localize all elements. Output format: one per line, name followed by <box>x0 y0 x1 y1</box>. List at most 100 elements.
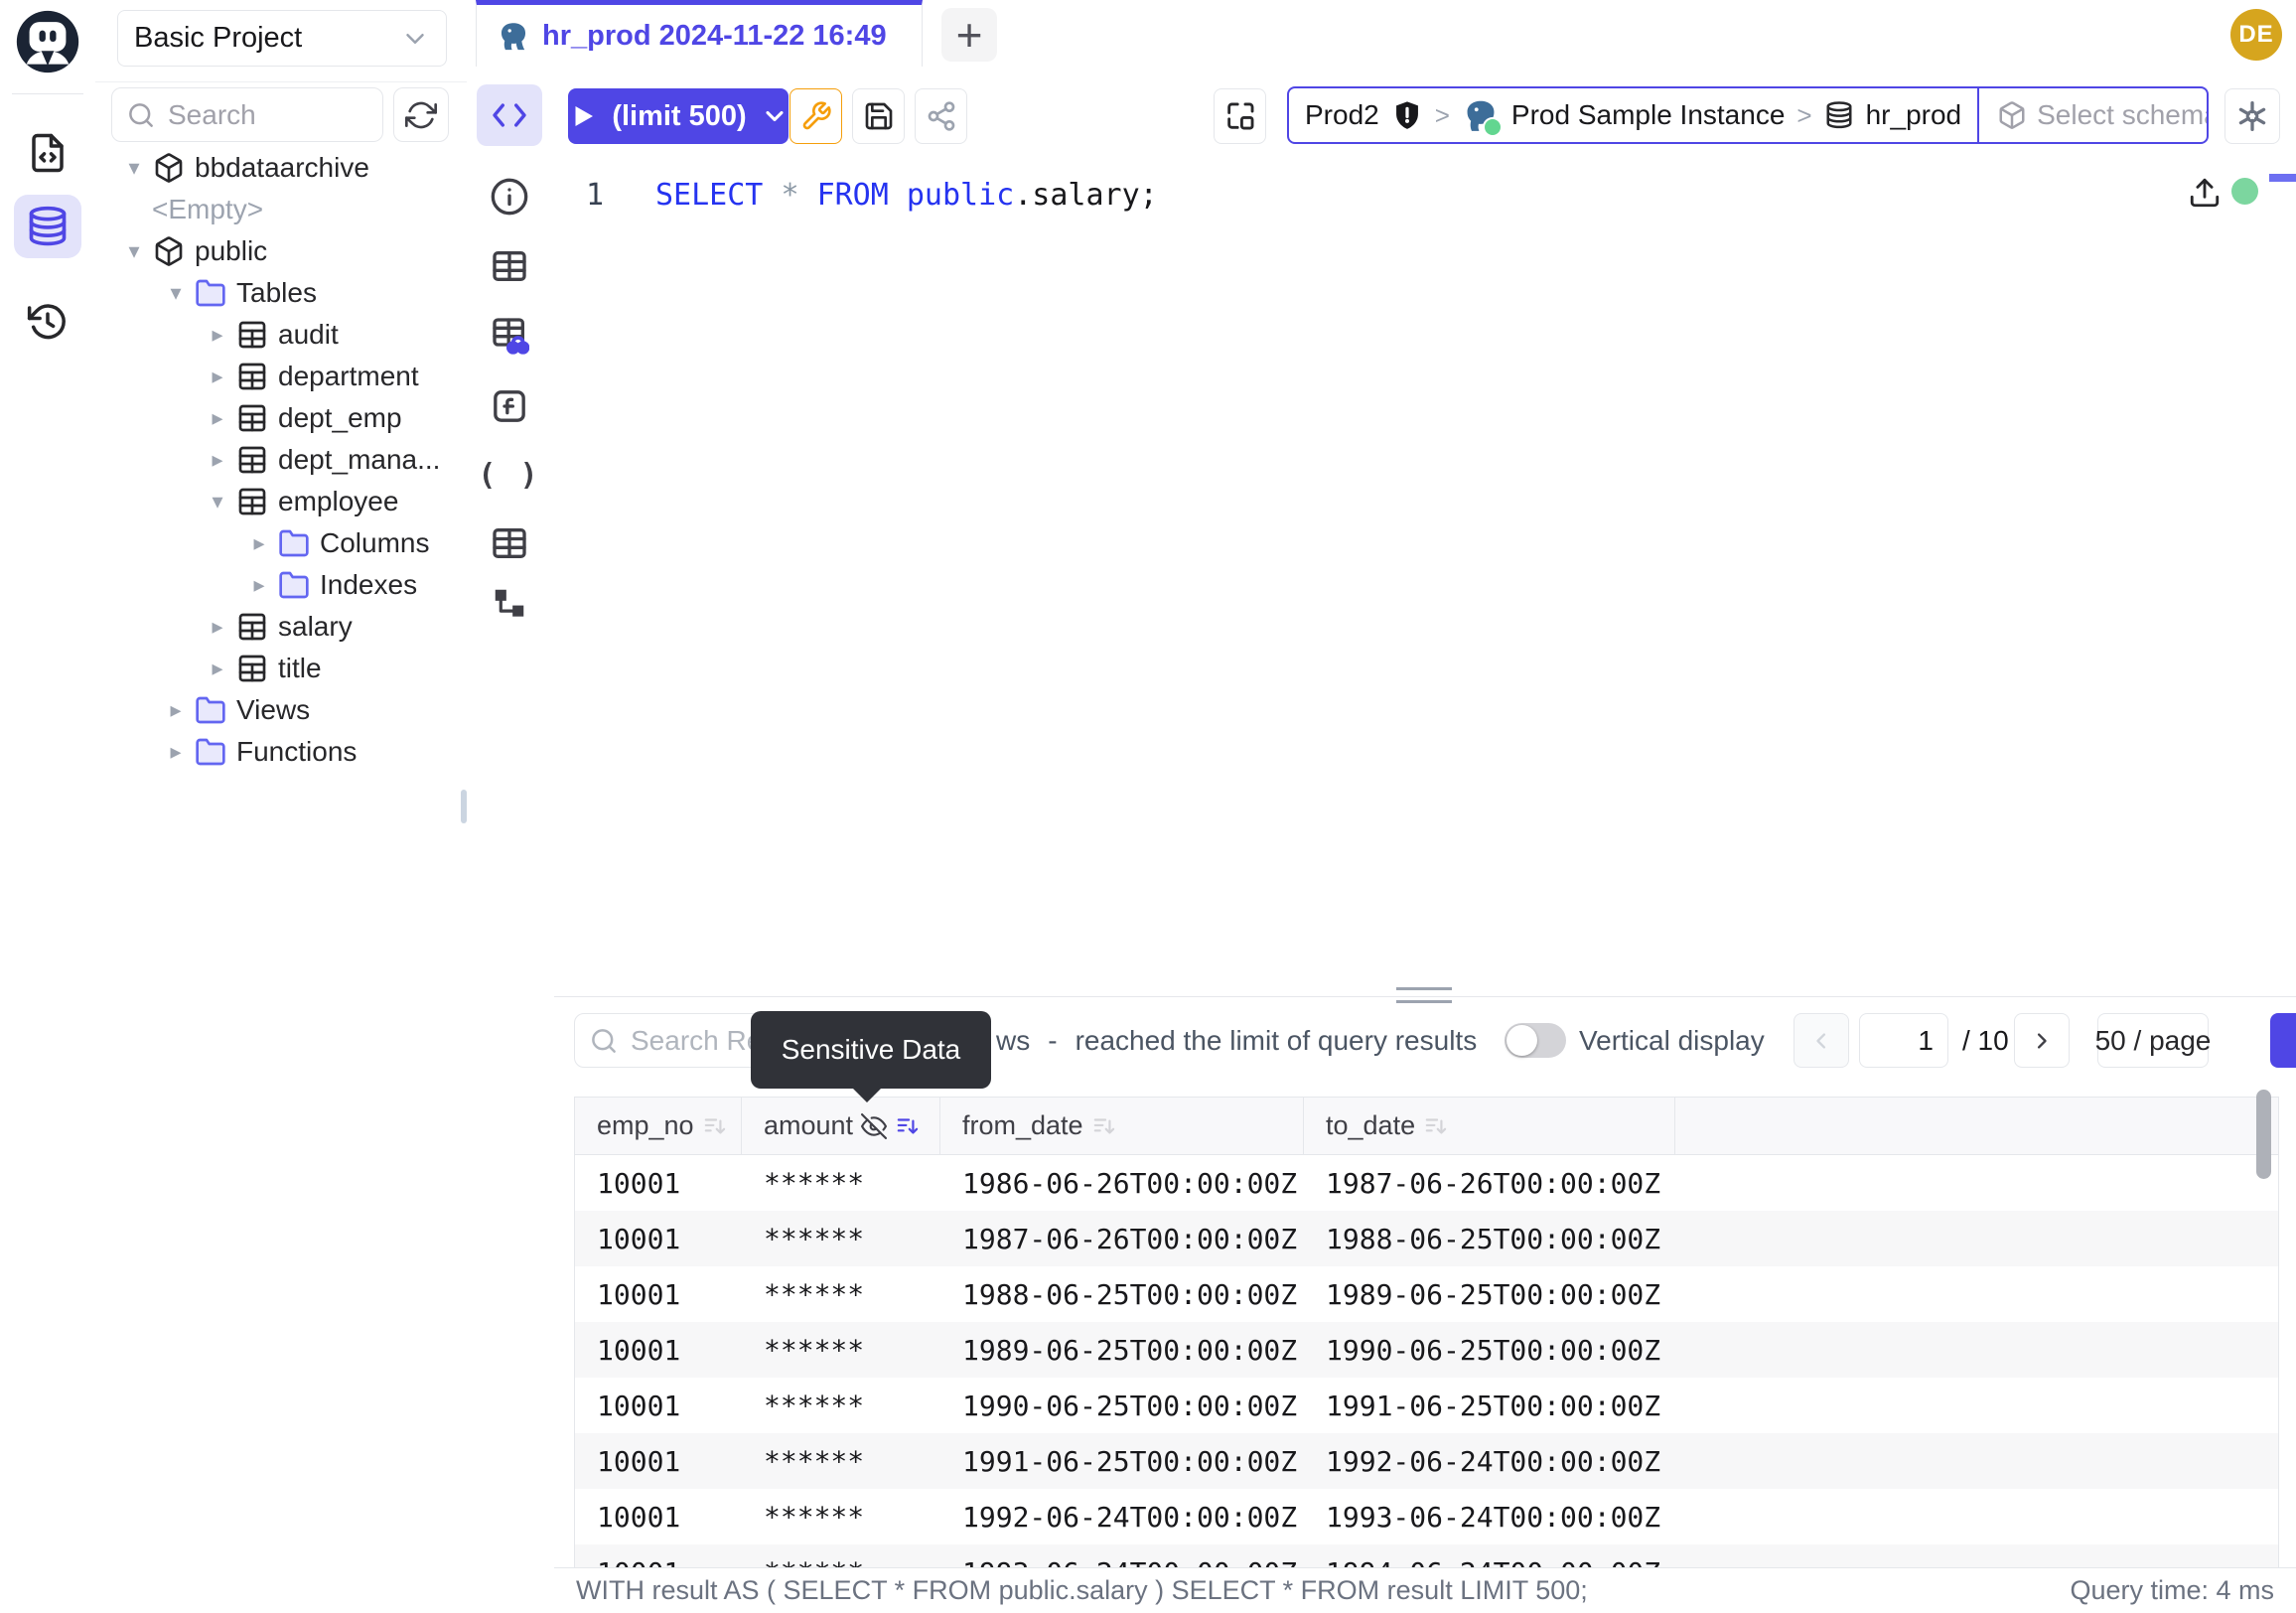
select-schema[interactable]: Select schema <box>1977 88 2209 142</box>
run-query-button[interactable]: (limit 500) <box>568 88 789 144</box>
tree-item-indexes[interactable]: ▸Indexes <box>95 564 467 606</box>
user-avatar[interactable]: DE <box>2230 9 2282 61</box>
eye-off-icon[interactable] <box>861 1113 887 1139</box>
sidebar-search-input[interactable]: Search <box>111 87 383 142</box>
chevron-down-icon[interactable] <box>761 102 789 130</box>
table-cell[interactable]: ****** <box>742 1211 940 1266</box>
table-cell[interactable]: 1989-06-25T00:00:00Z <box>1304 1266 1675 1322</box>
tab-hr-prod[interactable]: hr_prod 2024-11-22 16:49 <box>476 0 923 67</box>
table-row[interactable]: 10001******1990-06-25T00:00:00Z1991-06-2… <box>575 1378 2278 1433</box>
sort-icon[interactable] <box>702 1113 728 1139</box>
tree-item-salary[interactable]: ▸salary <box>95 606 467 648</box>
project-selector[interactable]: Basic Project <box>117 10 447 67</box>
table-cell[interactable] <box>1675 1489 2278 1544</box>
table-row[interactable]: 10001******1988-06-25T00:00:00Z1989-06-2… <box>575 1266 2278 1322</box>
expander-right-icon[interactable]: ▸ <box>246 572 272 598</box>
expander-right-icon[interactable]: ▸ <box>205 656 230 681</box>
rail-item-worksheet[interactable] <box>14 121 81 185</box>
strip-item-parameters[interactable]: ( ) <box>477 444 542 506</box>
table-cell[interactable]: 1987-06-26T00:00:00Z <box>940 1211 1304 1266</box>
table-row[interactable]: 10001******1986-06-26T00:00:00Z1987-06-2… <box>575 1155 2278 1211</box>
table-cell[interactable] <box>1675 1322 2278 1378</box>
table-cell[interactable]: 1986-06-26T00:00:00Z <box>940 1155 1304 1211</box>
next-page-button[interactable] <box>2014 1013 2070 1068</box>
column-header-amount[interactable]: amount <box>742 1098 940 1154</box>
strip-item-sensitive-table[interactable] <box>477 304 542 366</box>
table-cell[interactable]: 1988-06-25T00:00:00Z <box>940 1266 1304 1322</box>
column-header-to_date[interactable]: to_date <box>1304 1098 1675 1154</box>
strip-item-tables[interactable] <box>477 235 542 297</box>
tree-item-public[interactable]: ▾public <box>95 230 467 272</box>
export-button[interactable] <box>2270 1013 2296 1068</box>
admin-wrench-button[interactable] <box>789 88 842 144</box>
prev-page-button[interactable] <box>1794 1013 1849 1068</box>
expander-right-icon[interactable]: ▸ <box>205 364 230 389</box>
column-header-from_date[interactable]: from_date <box>940 1098 1304 1154</box>
table-row[interactable]: 10001******1989-06-25T00:00:00Z1990-06-2… <box>575 1322 2278 1378</box>
table-cell[interactable]: 1990-06-25T00:00:00Z <box>940 1378 1304 1433</box>
table-cell[interactable] <box>1675 1211 2278 1266</box>
strip-item-info[interactable] <box>477 166 542 227</box>
tree-item-dept-mana[interactable]: ▸dept_mana... <box>95 439 467 481</box>
table-cell[interactable]: 1993-06-24T00:00:00Z <box>940 1544 1304 1568</box>
expander-right-icon[interactable]: ▸ <box>205 614 230 640</box>
table-cell[interactable]: 10001 <box>575 1211 742 1266</box>
table-scrollbar-thumb[interactable] <box>2256 1090 2271 1179</box>
table-cell[interactable]: 1993-06-24T00:00:00Z <box>1304 1489 1675 1544</box>
column-header-emp_no[interactable]: emp_no <box>575 1098 742 1154</box>
sort-icon[interactable] <box>1423 1113 1449 1139</box>
table-cell[interactable]: ****** <box>742 1433 940 1489</box>
strip-item-functions[interactable] <box>477 375 542 437</box>
rail-item-database[interactable] <box>14 195 81 258</box>
tree-item-functions[interactable]: ▸Functions <box>95 731 467 773</box>
table-cell[interactable] <box>1675 1155 2278 1211</box>
strip-item-sql-editor[interactable] <box>477 84 542 146</box>
table-cell[interactable] <box>1675 1266 2278 1322</box>
page-number-input[interactable]: 1 <box>1859 1013 1948 1068</box>
batch-query-button[interactable] <box>1214 88 1266 144</box>
save-button[interactable] <box>852 88 905 144</box>
table-row[interactable]: 10001******1993-06-24T00:00:00Z1994-06-2… <box>575 1544 2278 1568</box>
tree-item-tables[interactable]: ▾Tables <box>95 272 467 314</box>
page-size-select[interactable]: 50 / page <box>2097 1013 2209 1068</box>
sql-editor[interactable]: 1 SELECT * FROM public.salary; <box>554 162 2296 996</box>
table-cell[interactable]: 10001 <box>575 1433 742 1489</box>
vertical-display-toggle[interactable] <box>1505 1023 1566 1058</box>
table-cell[interactable]: ****** <box>742 1155 940 1211</box>
sidebar-resize-handle[interactable] <box>461 790 467 823</box>
upload-icon[interactable] <box>2188 176 2222 210</box>
expander-down-icon[interactable]: ▾ <box>121 155 147 181</box>
tree-item-columns[interactable]: ▸Columns <box>95 522 467 564</box>
tree-item-employee[interactable]: ▾employee <box>95 481 467 522</box>
table-cell[interactable]: 10001 <box>575 1378 742 1433</box>
table-cell[interactable]: 1988-06-25T00:00:00Z <box>1304 1211 1675 1266</box>
expander-down-icon[interactable]: ▾ <box>163 280 189 306</box>
table-row[interactable]: 10001******1992-06-24T00:00:00Z1993-06-2… <box>575 1489 2278 1544</box>
expander-right-icon[interactable]: ▸ <box>205 322 230 348</box>
sort-icon[interactable] <box>1091 1113 1117 1139</box>
table-cell[interactable] <box>1675 1544 2278 1568</box>
expander-right-icon[interactable]: ▸ <box>205 405 230 431</box>
tree-item-dept-emp[interactable]: ▸dept_emp <box>95 397 467 439</box>
tree-item-audit[interactable]: ▸audit <box>95 314 467 356</box>
tree-item-empty[interactable]: <Empty> <box>95 189 467 230</box>
table-cell[interactable]: 1991-06-25T00:00:00Z <box>1304 1378 1675 1433</box>
rail-item-history[interactable] <box>14 290 81 354</box>
strip-item-schema-diagram[interactable] <box>477 573 542 635</box>
expander-right-icon[interactable]: ▸ <box>246 530 272 556</box>
table-cell[interactable]: ****** <box>742 1322 940 1378</box>
table-cell[interactable]: 10001 <box>575 1322 742 1378</box>
expander-right-icon[interactable]: ▸ <box>163 739 189 765</box>
share-button[interactable] <box>915 88 967 144</box>
expander-right-icon[interactable]: ▸ <box>163 697 189 723</box>
table-cell[interactable]: ****** <box>742 1378 940 1433</box>
tree-item-title[interactable]: ▸title <box>95 648 467 689</box>
expander-down-icon[interactable]: ▾ <box>121 238 147 264</box>
sort-icon[interactable] <box>895 1113 921 1139</box>
tree-item-department[interactable]: ▸department <box>95 356 467 397</box>
table-cell[interactable]: 1992-06-24T00:00:00Z <box>1304 1433 1675 1489</box>
table-cell[interactable] <box>1675 1433 2278 1489</box>
table-cell[interactable] <box>1675 1378 2278 1433</box>
table-cell[interactable]: 1991-06-25T00:00:00Z <box>940 1433 1304 1489</box>
bytebase-logo[interactable] <box>14 8 81 75</box>
